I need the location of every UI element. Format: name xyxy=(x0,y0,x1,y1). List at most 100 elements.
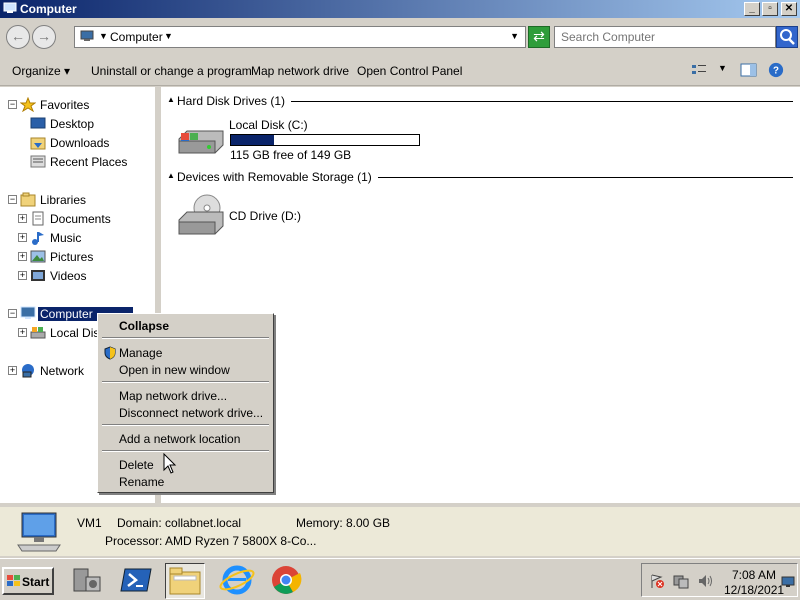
tree-label: Downloads xyxy=(50,136,110,150)
taskbar-server-manager[interactable] xyxy=(68,563,108,599)
expand-icon[interactable]: + xyxy=(18,328,27,337)
taskbar-chrome[interactable] xyxy=(267,563,307,599)
tree-music[interactable]: + Music xyxy=(0,229,155,247)
forward-button[interactable]: → xyxy=(32,25,56,49)
group-title: Hard Disk Drives (1) xyxy=(177,94,292,108)
drive-local-disk-c[interactable]: Local Disk (C:) 115 GB free of 149 GB xyxy=(175,115,425,162)
volume-icon[interactable] xyxy=(697,573,713,589)
menu-item-disconnect-network-drive[interactable]: Disconnect network drive... xyxy=(119,406,263,420)
clock-time[interactable]: 7:08 AM xyxy=(732,568,776,582)
map-network-drive-button[interactable]: Map network drive xyxy=(251,64,349,78)
windows-logo-icon xyxy=(7,575,20,586)
view-dropdown-icon[interactable]: ▼ xyxy=(718,63,727,73)
clock-date[interactable]: 12/18/2021 xyxy=(724,583,784,597)
mouse-cursor-icon xyxy=(163,453,177,474)
action-center-icon[interactable] xyxy=(649,573,665,589)
expand-icon[interactable]: + xyxy=(8,366,17,375)
uninstall-program-button[interactable]: Uninstall or change a program xyxy=(91,64,252,78)
expand-icon[interactable]: + xyxy=(18,233,27,242)
menu-item-add-network-location[interactable]: Add a network location xyxy=(119,432,240,446)
tree-videos[interactable]: + Videos xyxy=(0,267,155,285)
address-bar[interactable]: ▼ Computer ▼ ▼ xyxy=(74,26,526,48)
show-desktop-icon[interactable] xyxy=(781,576,795,588)
refresh-button[interactable]: ⇄ xyxy=(528,26,550,48)
menu-item-rename[interactable]: Rename xyxy=(119,475,164,489)
menu-item-collapse[interactable]: Collapse xyxy=(119,319,169,333)
breadcrumb-arrow-icon[interactable]: ▼ xyxy=(99,31,108,41)
tree-label: Music xyxy=(50,231,82,245)
network-status-icon[interactable] xyxy=(673,573,689,589)
chevron-down-icon[interactable]: ▼ xyxy=(510,31,519,41)
group-removable-storage[interactable]: ▲ Devices with Removable Storage (1) xyxy=(167,169,793,185)
open-control-panel-button[interactable]: Open Control Panel xyxy=(357,64,462,78)
chevron-down-icon[interactable]: ▲ xyxy=(167,171,175,180)
back-button[interactable]: ← xyxy=(6,25,30,49)
search-field[interactable] xyxy=(554,26,776,48)
tree-label: Documents xyxy=(50,212,111,226)
chrome-icon xyxy=(272,566,302,594)
organize-button[interactable]: Organize ▾ xyxy=(12,64,70,78)
videos-icon xyxy=(31,270,45,281)
capacity-bar-fill xyxy=(231,135,274,145)
collapse-icon[interactable]: − xyxy=(8,195,17,204)
maximize-button[interactable]: ▫ xyxy=(762,2,778,16)
tree-downloads[interactable]: Downloads xyxy=(0,134,155,152)
view-options-icon[interactable] xyxy=(690,62,708,78)
tree-favorites[interactable]: − Favorites xyxy=(0,96,155,114)
taskbar: Start 7:08 AM 12/18/2021 xyxy=(0,558,800,600)
search-icon xyxy=(780,29,795,45)
breadcrumb-arrow-icon[interactable]: ▼ xyxy=(164,31,173,41)
tree-label: Favorites xyxy=(40,98,90,112)
computer-icon xyxy=(17,512,61,552)
tree-documents[interactable]: + Documents xyxy=(0,210,155,228)
command-bar: Organize ▾ Uninstall or change a program… xyxy=(0,56,800,86)
domain-text: Domain: collabnet.local xyxy=(117,516,242,530)
folder-icon xyxy=(169,567,201,595)
processor-text: Processor: AMD Ryzen 7 5800X 8-Co... xyxy=(105,534,317,548)
start-label: Start xyxy=(22,575,50,589)
documents-icon xyxy=(32,211,44,226)
taskbar-internet-explorer[interactable] xyxy=(218,563,258,599)
memory-text: Memory: 8.00 GB xyxy=(296,516,391,530)
taskbar-file-explorer[interactable] xyxy=(165,563,205,599)
downloads-folder-icon xyxy=(30,137,46,150)
tree-desktop[interactable]: Desktop xyxy=(0,115,155,133)
network-icon xyxy=(22,364,34,378)
help-icon[interactable]: ? xyxy=(767,62,785,78)
drive-icon xyxy=(30,327,46,339)
menu-item-map-network-drive[interactable]: Map network drive... xyxy=(119,389,227,403)
title-bar: Computer _ ▫ ✕ xyxy=(0,0,800,18)
search-input[interactable] xyxy=(561,28,761,46)
tree-label: Pictures xyxy=(50,250,94,264)
preview-pane-icon[interactable] xyxy=(740,62,758,78)
expand-icon[interactable]: + xyxy=(18,271,27,280)
address-toolbar: ← → ▼ Computer ▼ ▼ ⇄ xyxy=(0,18,800,56)
expand-icon[interactable]: + xyxy=(18,214,27,223)
capacity-bar xyxy=(230,134,420,146)
drive-cd-d[interactable]: CD Drive (D:) xyxy=(175,192,375,242)
chevron-down-icon[interactable]: ▲ xyxy=(167,95,175,104)
refresh-icon: ⇄ xyxy=(533,28,545,44)
breadcrumb-computer[interactable]: Computer xyxy=(110,30,163,44)
tree-recent-places[interactable]: Recent Places xyxy=(0,153,155,171)
star-icon xyxy=(20,97,36,112)
close-button[interactable]: ✕ xyxy=(781,2,797,16)
menu-separator xyxy=(102,450,269,452)
search-button[interactable] xyxy=(776,26,798,48)
collapse-icon[interactable]: − xyxy=(8,309,17,318)
group-hard-disk-drives[interactable]: ▲ Hard Disk Drives (1) xyxy=(167,93,793,109)
tree-pictures[interactable]: + Pictures xyxy=(0,248,155,266)
start-button[interactable]: Start xyxy=(2,567,54,595)
collapse-icon[interactable]: − xyxy=(8,100,17,109)
expand-icon[interactable]: + xyxy=(18,252,27,261)
minimize-button[interactable]: _ xyxy=(744,2,760,16)
tree-libraries[interactable]: − Libraries xyxy=(0,191,155,209)
pictures-icon xyxy=(30,250,46,263)
computer-name: VM1 xyxy=(77,516,102,530)
menu-item-manage[interactable]: Manage xyxy=(119,346,162,360)
taskbar-powershell[interactable] xyxy=(117,563,157,599)
context-menu: Collapse Manage Open in new window Map n… xyxy=(97,313,274,493)
libraries-icon xyxy=(20,192,36,207)
menu-item-open-new-window[interactable]: Open in new window xyxy=(119,363,230,377)
menu-item-delete[interactable]: Delete xyxy=(119,458,154,472)
